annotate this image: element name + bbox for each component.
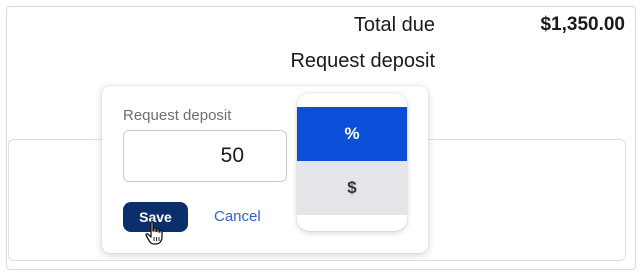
cancel-link[interactable]: Cancel (214, 208, 261, 225)
percent-option[interactable]: % (297, 107, 407, 161)
dollar-option[interactable]: $ (297, 161, 407, 215)
deposit-unit-toggle: % $ (297, 93, 407, 231)
hand-pointer-icon (145, 221, 163, 245)
deposit-field-label: Request deposit (123, 107, 232, 124)
request-deposit-link[interactable]: Request deposit (290, 50, 435, 73)
deposit-amount-input[interactable] (123, 130, 287, 182)
total-due-value: $1,350.00 (540, 14, 625, 35)
total-due-label: Total due (353, 14, 435, 36)
